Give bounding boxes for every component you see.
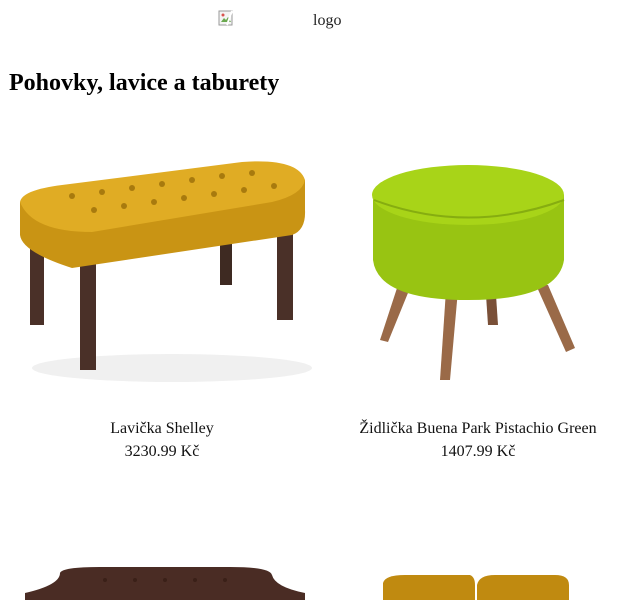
page: logo Pohovky, lavice a taburety Lavička …	[0, 0, 640, 600]
broken-image-icon	[218, 10, 233, 26]
page-title: Pohovky, lavice a taburety	[9, 70, 280, 96]
logo[interactable]: logo	[218, 10, 348, 34]
product-image[interactable]	[20, 555, 310, 600]
product-image[interactable]	[2, 140, 322, 400]
product-name[interactable]: Židlička Buena Park Pistachio Green	[318, 420, 638, 438]
product-image[interactable]	[318, 140, 638, 400]
product-price: 3230.99 Kč	[124, 443, 200, 460]
product-image[interactable]	[375, 565, 575, 600]
product-name[interactable]: Lavička Shelley	[2, 420, 322, 438]
product-card[interactable]: Židlička Buena Park Pistachio Green 1407…	[318, 140, 638, 460]
product-card[interactable]: Lavička Shelley 3230.99 Kč	[2, 140, 322, 460]
product-price: 1407.99 Kč	[440, 443, 516, 460]
logo-alt-text: logo	[313, 12, 342, 29]
